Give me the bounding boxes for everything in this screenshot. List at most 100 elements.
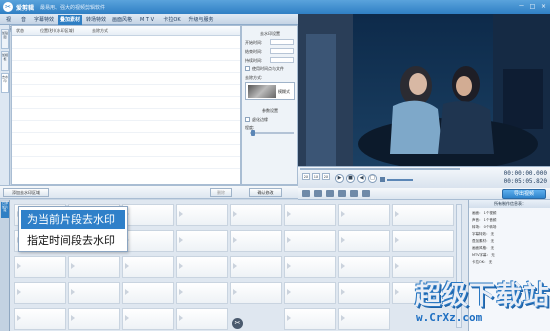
clip-slot[interactable] [338,256,390,278]
start-time-input[interactable] [270,39,294,45]
mode-preview-image [248,85,276,98]
clip-slot[interactable] [68,256,120,278]
site-watermark-url: w.CrXz.com [416,311,483,324]
clip-slot[interactable] [176,308,228,330]
clip-slot[interactable] [284,204,336,226]
watermark-list[interactable]: 状态 位置(秒)(水印区域) 去除方式 [11,25,241,185]
menu-item-time-range[interactable]: 指定时间段去水印 [21,231,125,250]
tab-upgrade[interactable]: 升级与服务 [186,15,216,25]
add-watermark-region-button[interactable]: 添加去水印区域 [3,188,49,197]
clip-slot[interactable] [230,204,282,226]
tab-overlay[interactable]: 叠加素材 [58,15,82,25]
app-slogan: 最易用、强大的视频剪辑软件 [40,5,106,11]
mode-value: 模糊式 [278,89,290,94]
settings-icon[interactable] [362,190,370,197]
list-row [12,168,240,169]
clip-slot[interactable] [122,230,174,252]
clip-tools-bar: 导出视频 [298,188,550,200]
list-row [12,132,240,133]
zoom-2x-in-button[interactable]: 2X [322,173,330,180]
clip-slot[interactable] [176,204,228,226]
player-controls: 2X 1X 2X ▶ ■ ◀ □ 00:00:00.000 00:05:05.8… [298,166,550,188]
strength-slider[interactable] [250,132,294,134]
snapshot-icon[interactable] [350,190,358,197]
added-clips-tab[interactable]: 已添加片段 [1,201,9,218]
clip-slot[interactable] [392,230,454,252]
clip-slot[interactable] [176,282,228,304]
stop-icon[interactable]: ■ [346,174,355,183]
volume-icon[interactable] [380,177,385,182]
zoom-2x-out-button[interactable]: 2X [302,173,310,180]
clip-slot[interactable] [284,230,336,252]
clip-slot[interactable] [122,204,174,226]
cut-icon[interactable] [302,190,310,197]
clip-slot[interactable] [284,308,336,330]
clip-slot[interactable] [122,282,174,304]
export-video-button[interactable]: 导出视频 [502,189,546,199]
clip-slot[interactable] [338,204,390,226]
clip-slot[interactable] [68,282,120,304]
close-button[interactable]: × [538,2,549,12]
clip-slot[interactable] [122,256,174,278]
confirm-button[interactable]: 确认修改 [249,188,282,197]
clip-slot[interactable] [230,230,282,252]
side-tab-remove-watermark[interactable]: 去水印 [1,73,9,93]
zoom-1x-button[interactable]: 1X [312,173,320,180]
clip-slot[interactable] [284,256,336,278]
clip-slot[interactable] [68,308,120,330]
clip-slot[interactable] [14,256,66,278]
play-icon[interactable]: ▶ [335,174,344,183]
video-preview[interactable] [298,14,550,166]
list-row [12,84,240,85]
overlay-side-nav: 加贴图 加相框 去水印 [0,25,10,185]
mode-selector[interactable]: 模糊式 [245,82,295,100]
prev-icon[interactable]: ◀ [357,174,366,183]
side-tab-sticker[interactable]: 加贴图 [1,29,9,49]
end-time-input[interactable] [270,48,294,54]
tab-transitions[interactable]: 转场特效 [84,15,108,25]
clip-slot[interactable] [338,282,390,304]
list-row [12,156,240,157]
clip-slot[interactable] [284,282,336,304]
clip-slot[interactable] [14,282,66,304]
minimize-button[interactable]: － [516,2,527,12]
start-time-label: 开始时间: [245,40,263,45]
app-logo-icon: ✂ [3,2,13,12]
clip-slot[interactable] [122,308,174,330]
tab-video[interactable]: 视频 [2,15,15,33]
strength-slider-handle[interactable] [251,130,255,136]
clip-slot[interactable] [230,282,282,304]
tab-subtitles[interactable]: 字幕特效 [32,15,56,25]
save-icon[interactable] [326,190,334,197]
clip-slot[interactable] [176,256,228,278]
side-tab-frame[interactable]: 加相框 [1,51,9,71]
clip-slot[interactable] [338,308,390,330]
folder-icon[interactable] [314,190,322,197]
info-title: 所有制作信息表： [469,200,550,208]
delete-icon[interactable] [338,190,346,197]
progress-track[interactable] [300,168,460,170]
clip-slot[interactable] [176,230,228,252]
clip-slot[interactable] [14,308,66,330]
info-row: 字幕特效： 无 [472,232,495,236]
volume-slider[interactable] [387,179,413,181]
tab-karaoke[interactable]: 卡拉OK [160,15,184,25]
scissors-icon[interactable]: ✂ [232,318,243,329]
tab-mtv[interactable]: M T V [136,15,158,25]
edge-blur-label: 虚化边缘 [252,117,268,122]
tab-styles[interactable]: 画面风格 [110,15,134,25]
tab-audio[interactable]: 音频 [17,15,30,33]
clip-slot[interactable] [230,256,282,278]
use-time-checkbox[interactable] [245,66,250,71]
clip-slot[interactable] [392,204,454,226]
clip-slot[interactable] [338,230,390,252]
site-watermark-text: 超级下载站 [415,281,550,311]
duration-input[interactable] [270,57,294,63]
fullscreen-icon[interactable]: □ [368,174,377,183]
param-title: 参数设置 [262,108,278,113]
maximize-button[interactable]: □ [527,2,538,12]
info-row: MTV字幕： 无 [472,253,495,257]
edge-blur-checkbox[interactable] [245,117,250,122]
delete-button[interactable]: 删除 [210,188,232,197]
menu-item-current-clip[interactable]: 为当前片段去水印 [21,210,125,229]
